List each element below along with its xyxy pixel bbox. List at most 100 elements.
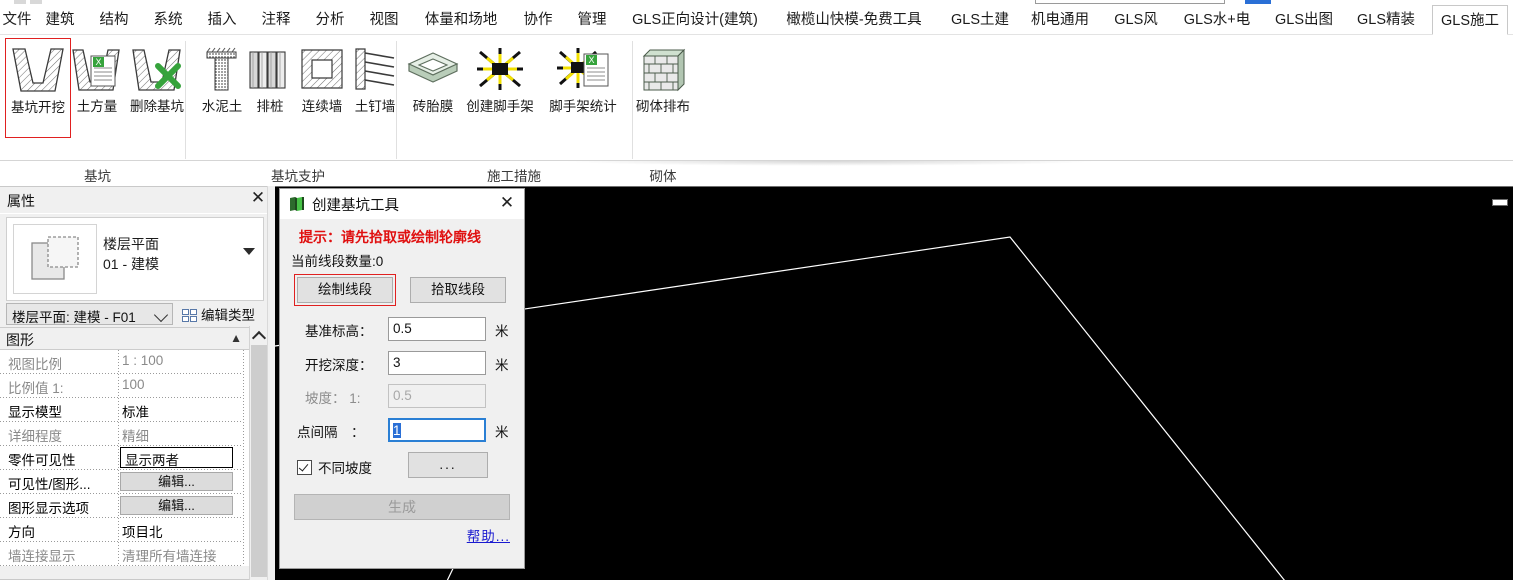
property-key: 显示模型	[8, 405, 62, 420]
different-slope-checkbox[interactable]: 不同坡度	[297, 457, 372, 477]
scrollbar-thumb[interactable]	[251, 345, 267, 577]
type-selector[interactable]: 楼层平面: 建模 - F01	[6, 303, 173, 325]
type-instance-name: 01 - 建模	[103, 256, 160, 272]
tab-gls-construction[interactable]: GLS施工	[1432, 5, 1508, 35]
tab-view[interactable]: 视图	[366, 5, 402, 35]
tab-insert[interactable]: 插入	[204, 5, 240, 35]
tab-annotate[interactable]: 注释	[258, 5, 294, 35]
tab-structure[interactable]: 结构	[96, 5, 132, 35]
qa-button-1[interactable]	[14, 0, 26, 4]
cmd-earthwork-volume[interactable]: X 土方量	[66, 38, 128, 138]
excavation-depth-label: 开挖深度：	[305, 358, 373, 373]
close-icon[interactable]: ✕	[497, 193, 517, 213]
property-key: 图形显示选项	[8, 501, 89, 516]
tab-mep-general[interactable]: 机电通用	[1026, 5, 1094, 35]
properties-group-header[interactable]: 图形 ▲	[0, 327, 249, 350]
edit-button[interactable]: 编辑...	[120, 496, 233, 515]
properties-scrollbar[interactable]	[249, 326, 267, 580]
column-divider	[118, 398, 119, 422]
slope-label: 坡度： 1:	[305, 391, 361, 406]
search-box-partial[interactable]	[1035, 0, 1225, 4]
dialog-titlebar[interactable]: 创建基坑工具 ✕	[280, 189, 524, 219]
diaphragm-wall-icon	[293, 38, 351, 100]
cmd-brick-formwork[interactable]: 砖胎膜	[404, 38, 462, 138]
tab-architecture[interactable]: 建筑	[42, 5, 78, 35]
cmd-excavation[interactable]: 基坑开挖	[5, 38, 71, 138]
property-value-editor[interactable]: 显示两者	[120, 447, 233, 468]
ellipsis-button[interactable]: ...	[408, 452, 488, 478]
masonry-layout-icon	[624, 38, 702, 100]
create-scaffold-icon	[458, 38, 542, 100]
property-key: 墙连接显示	[8, 549, 76, 564]
help-link[interactable]: 帮助...	[467, 525, 510, 545]
tab-collaborate[interactable]: 协作	[520, 5, 556, 35]
tab-massing-site[interactable]: 体量和场地	[418, 5, 504, 35]
pick-segment-button[interactable]: 拾取线段	[410, 277, 506, 303]
group-name: 图形	[6, 332, 34, 348]
slope-input[interactable]: 0.5	[388, 384, 486, 408]
tab-gls-civil[interactable]: GLS土建	[946, 5, 1014, 35]
qa-button-2[interactable]	[30, 0, 42, 4]
close-icon[interactable]: ✕	[249, 189, 267, 207]
edit-type-button[interactable]: 编辑类型	[182, 304, 255, 324]
segment-count-label: 当前线段数量:0	[291, 254, 384, 269]
account-chip-partial[interactable]	[1245, 0, 1271, 4]
cmd-masonry-layout[interactable]: 砌体排布	[624, 38, 702, 138]
row-edge	[243, 470, 244, 494]
tab-analyze[interactable]: 分析	[312, 5, 348, 35]
ribbon-shadow	[560, 161, 1100, 166]
cmd-diaphragm-wall[interactable]: 连续墙	[293, 38, 351, 138]
draw-segment-button[interactable]: 绘制线段	[294, 274, 396, 306]
scaffold-statistics-icon: X	[541, 38, 625, 100]
tab-gls-hvac[interactable]: GLS风	[1108, 5, 1164, 35]
edit-button[interactable]: 编辑...	[120, 472, 233, 491]
dialog-body: 提示：请先拾取或绘制轮廓线 当前线段数量:0 绘制线段 拾取线段 基准标高： 0…	[280, 219, 524, 568]
type-family-name: 楼层平面	[103, 236, 159, 252]
column-divider	[118, 422, 119, 446]
excavation-depth-input[interactable]: 3	[388, 351, 486, 375]
cmd-create-scaffold[interactable]: 创建脚手架	[458, 38, 542, 138]
row-edge	[243, 374, 244, 398]
chevron-down-icon[interactable]	[243, 248, 255, 255]
table-row[interactable]: 方向 项目北	[0, 518, 249, 542]
tab-gls-drawing[interactable]: GLS出图	[1270, 5, 1338, 35]
cmd-soil-nail-wall[interactable]: 土钉墙	[346, 38, 404, 138]
hint-text: 提示：请先拾取或绘制轮廓线	[299, 229, 481, 245]
base-elevation-row: 基准标高： 0.5 米	[280, 317, 524, 341]
tab-gls-decoration[interactable]: GLS精装	[1352, 5, 1420, 35]
svg-text:X: X	[588, 55, 594, 65]
cmd-cement-soil[interactable]: 水泥土	[193, 38, 251, 138]
point-interval-unit: 米	[495, 425, 509, 440]
cmd-scaffold-statistics[interactable]: X 脚手架统计	[541, 38, 625, 138]
generate-button[interactable]: 生成	[294, 494, 510, 520]
chevron-down-icon[interactable]	[153, 307, 169, 323]
point-interval-input[interactable]: 1	[388, 418, 486, 442]
tab-gls-design[interactable]: GLS正向设计(建筑)	[624, 5, 766, 35]
tab-gls-water-elec[interactable]: GLS水+电	[1176, 5, 1258, 35]
minimize-icon[interactable]	[1492, 199, 1508, 206]
base-elevation-input[interactable]: 0.5	[388, 317, 486, 341]
row-edge	[243, 518, 244, 542]
table-row[interactable]: 墙连接显示 清理所有墙连接	[0, 542, 249, 566]
tab-manage[interactable]: 管理	[574, 5, 610, 35]
table-row[interactable]: 比例值 1: 100	[0, 374, 249, 398]
tab-systems[interactable]: 系统	[150, 5, 186, 35]
row-edge	[243, 350, 244, 374]
tab-file[interactable]: 文件	[2, 5, 32, 35]
cement-soil-icon	[193, 38, 251, 100]
cmd-delete-pit[interactable]: 删除基坑	[124, 38, 190, 138]
tab-ganlanshan-tools[interactable]: 橄榄山快模-免费工具	[780, 5, 928, 35]
cmd-label: 水泥土	[201, 99, 243, 114]
scroll-up-button[interactable]	[250, 326, 267, 346]
table-row[interactable]: 零件可见性 显示两者	[0, 446, 249, 470]
table-row[interactable]: 显示模型 标准	[0, 398, 249, 422]
table-row[interactable]: 图形显示选项 编辑...	[0, 494, 249, 518]
table-row[interactable]: 视图比例 1 : 100	[0, 350, 249, 374]
table-row[interactable]: 详细程度 精细	[0, 422, 249, 446]
type-preview-box[interactable]: 楼层平面 01 - 建模	[6, 217, 264, 301]
collapse-icon[interactable]: ▲	[230, 331, 242, 345]
cmd-label: 土钉墙	[354, 99, 396, 114]
table-row[interactable]: 可见性/图形... 编辑...	[0, 470, 249, 494]
cmd-pile-row[interactable]: 排桩	[246, 38, 294, 138]
dialog-title: 创建基坑工具	[312, 198, 399, 214]
